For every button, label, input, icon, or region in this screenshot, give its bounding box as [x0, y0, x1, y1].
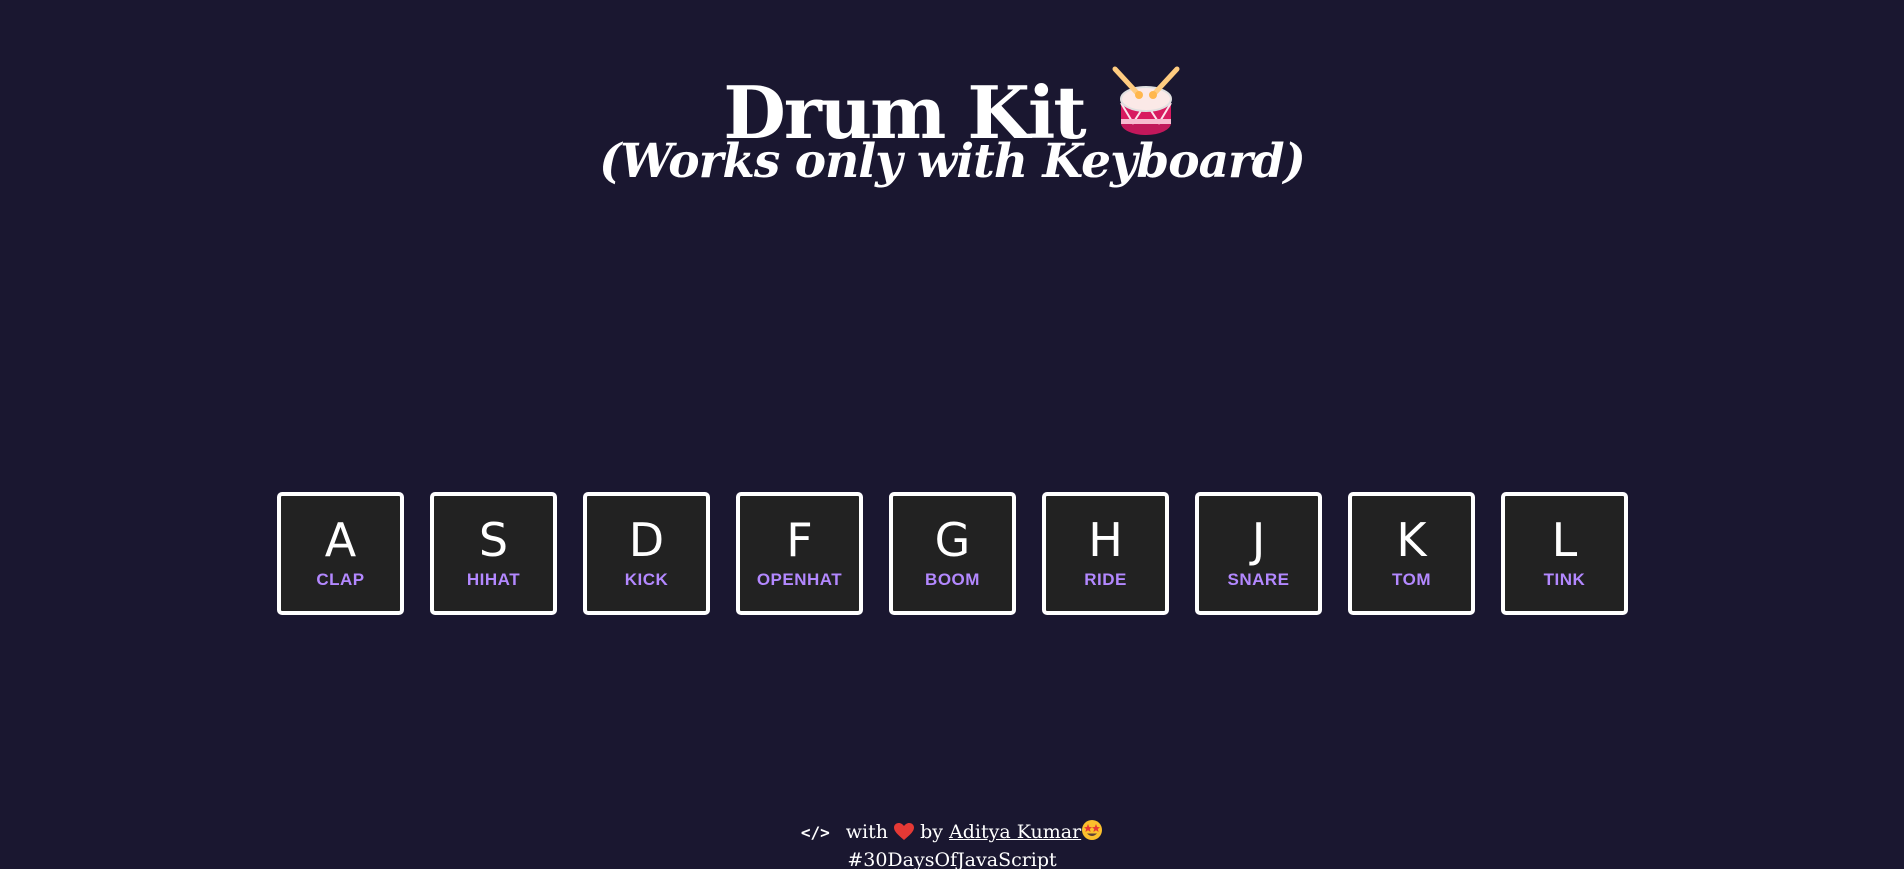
key-h[interactable]: H RIDE: [1042, 492, 1169, 615]
key-sound-label: HIHAT: [466, 570, 521, 589]
key-letter: F: [786, 513, 813, 567]
key-k[interactable]: K TOM: [1348, 492, 1475, 615]
code-icon: </>: [800, 823, 830, 842]
key-a[interactable]: A CLAP: [277, 492, 404, 615]
key-sound-label: TOM: [1392, 570, 1431, 589]
author-link[interactable]: Aditya Kumar: [949, 821, 1081, 843]
key-letter: H: [1088, 513, 1123, 567]
key-sound-label: TINK: [1543, 570, 1586, 589]
key-sound-label: CLAP: [316, 570, 365, 589]
key-letter: K: [1396, 513, 1427, 567]
key-letter: L: [1551, 513, 1578, 567]
key-l[interactable]: L TINK: [1501, 492, 1628, 615]
key-d[interactable]: D KICK: [583, 492, 710, 615]
key-j[interactable]: J SNARE: [1195, 492, 1322, 615]
key-letter: S: [478, 513, 509, 567]
key-sound-label: KICK: [624, 570, 669, 589]
key-letter: A: [324, 513, 357, 567]
key-sound-label: BOOM: [925, 570, 980, 589]
footer-hashtag: #30DaysOfJavaScript: [847, 849, 1057, 869]
footer-by-text: by: [920, 821, 943, 843]
page-subtitle: (Works only with Keyboard): [599, 134, 1306, 189]
key-f[interactable]: F OPENHAT: [736, 492, 863, 615]
key-sound-label: RIDE: [1084, 570, 1127, 589]
key-g[interactable]: G BOOM: [889, 492, 1016, 615]
key-letter: D: [628, 513, 665, 567]
key-s[interactable]: S HIHAT: [430, 492, 557, 615]
key-letter: J: [1251, 513, 1266, 567]
heart-icon: [894, 823, 915, 848]
key-sound-label: SNARE: [1227, 570, 1290, 589]
footer-credit-line: </> with by Aditya Kumar: [0, 819, 1904, 848]
key-letter: G: [934, 513, 971, 567]
key-sound-label: OPENHAT: [756, 570, 843, 589]
drum-keys: A CLAP S HIHAT D KICK F OPENHAT G BOOM H…: [277, 492, 1628, 615]
footer-with-text: with: [845, 821, 888, 843]
footer: </> with by Aditya Kumar #30DaysOfJavaSc…: [0, 819, 1904, 869]
star-struck-emoji-icon: [1081, 819, 1103, 848]
